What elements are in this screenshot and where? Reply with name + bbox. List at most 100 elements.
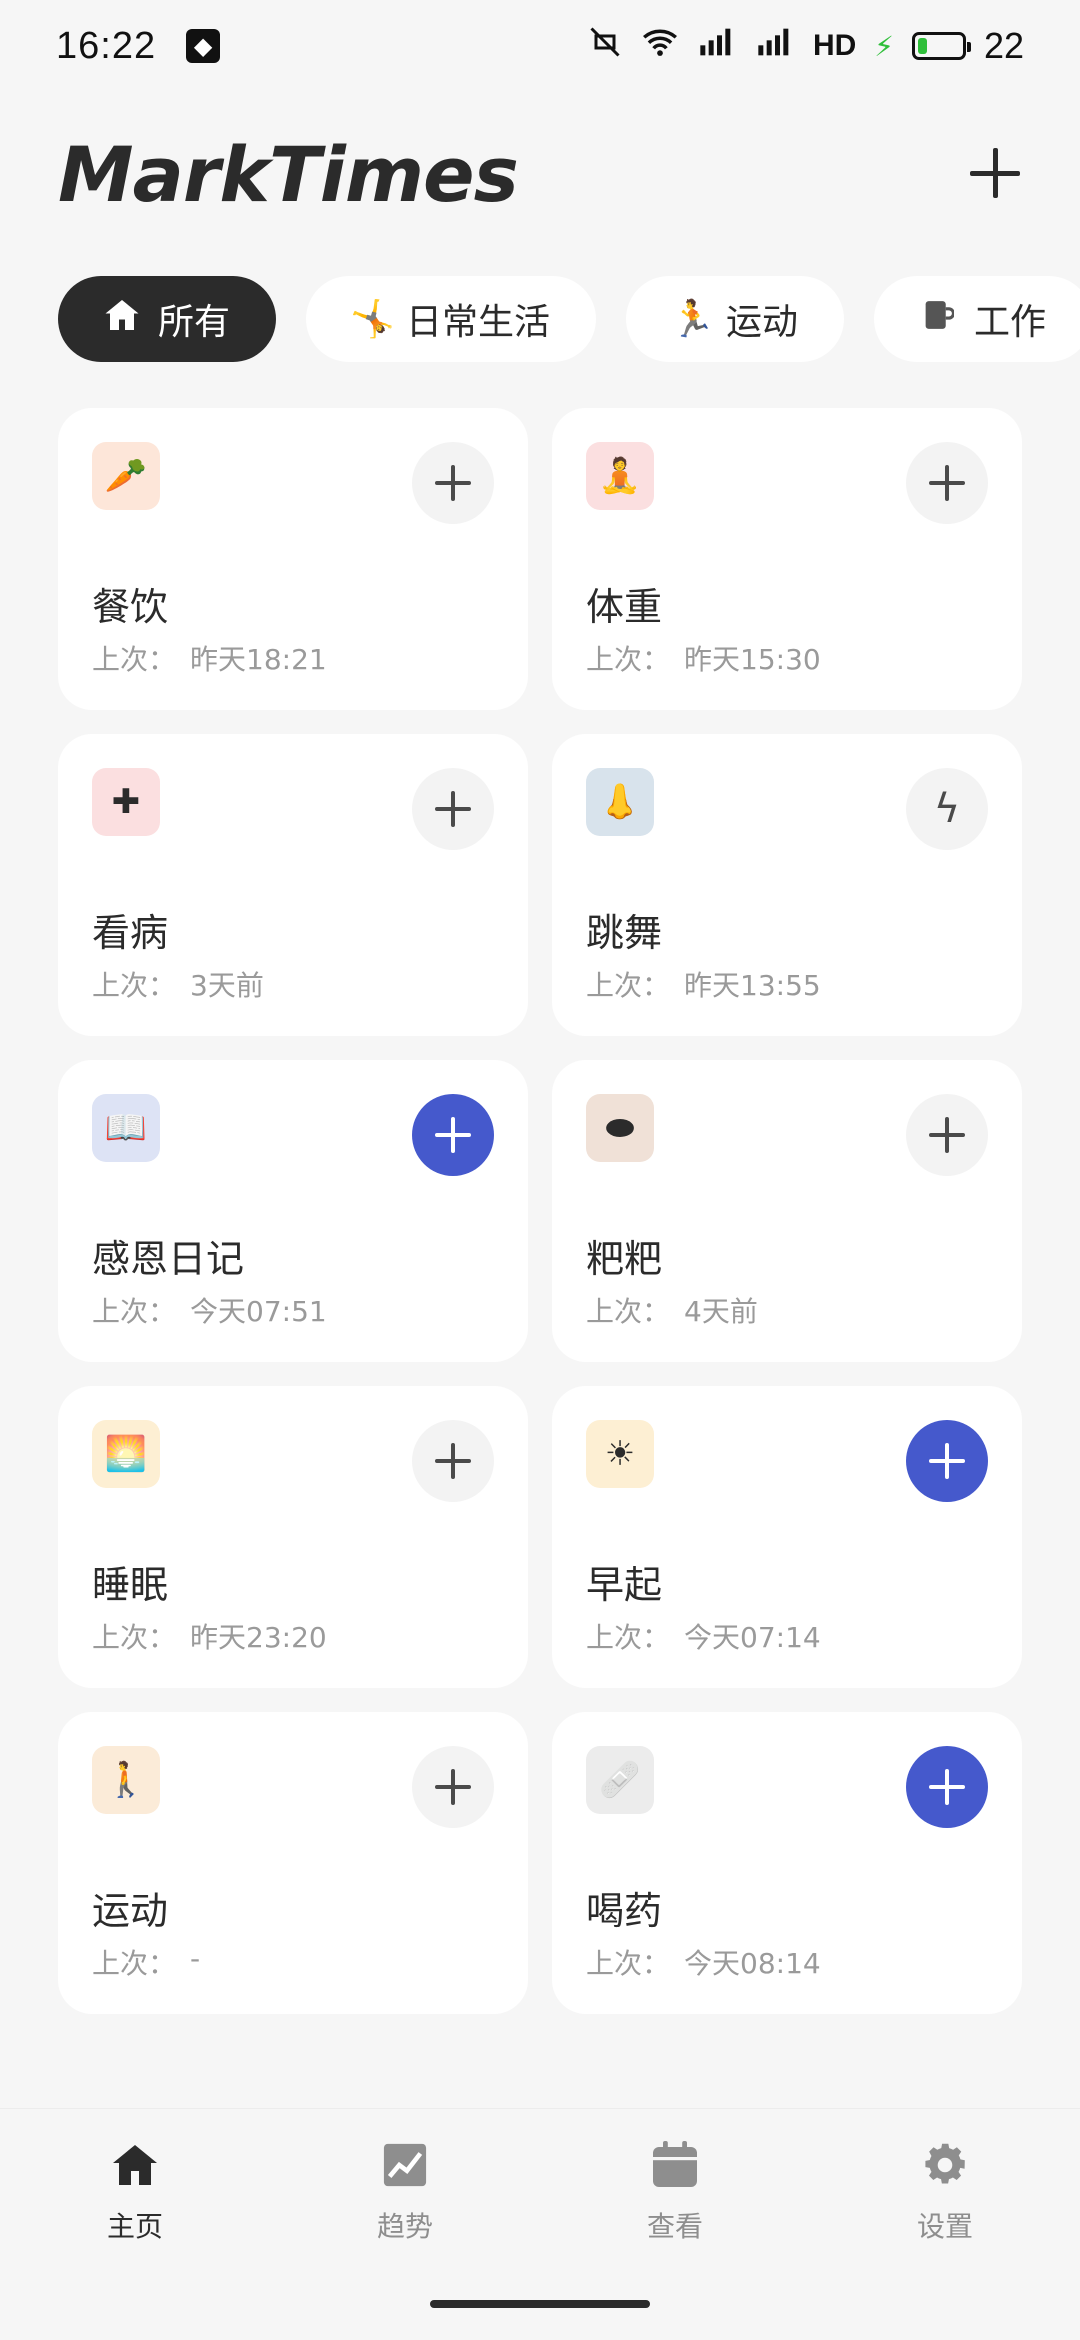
tracker-card[interactable]: ☀ 早起上次： 今天07:14 [552,1386,1022,1688]
sunrise-icon: 🌅 [92,1420,160,1488]
last-record-time: 昨天13:55 [684,969,821,1002]
category-chip-3[interactable]: 工作 [874,276,1080,362]
mug-icon [918,298,958,341]
add-record-button[interactable] [906,1746,988,1828]
person-exercise-icon: 🏃 [670,299,715,340]
last-record: 上次： 昨天18:21 [92,638,327,678]
last-record-time: 3天前 [190,969,264,1002]
bandage-icon: 🩹 [586,1746,654,1814]
add-record-button[interactable] [412,1420,494,1502]
poop-icon: ⬬ [586,1094,654,1162]
app-title: MarkTimes [58,130,519,219]
tracker-name: 体重 [586,585,663,629]
tracker-card[interactable]: 👃 ϟ 跳舞上次： 昨天13:55 [552,734,1022,1036]
tracker-card[interactable]: ⬬ 粑粑上次： 4天前 [552,1060,1022,1362]
medical-cross-icon: ✚ [92,768,160,836]
tracker-name: 跳舞 [586,911,663,955]
tracker-name: 早起 [586,1563,663,1607]
status-time: 16:22 [56,24,157,67]
last-record: 上次： 3天前 [92,964,264,1004]
add-record-button[interactable] [412,768,494,850]
category-chip-label: 工作 [974,302,1047,343]
home-indicator[interactable] [430,2300,650,2308]
walking-icon: 🚶 [92,1746,160,1814]
last-record: 上次： 今天07:14 [586,1616,821,1656]
battery-percent: 22 [983,25,1024,66]
quick-record-button[interactable]: ϟ [906,768,988,850]
notification-icon: ◆ [186,29,221,63]
battery-icon [911,32,971,60]
person-stretch-icon: 🤸 [350,299,395,340]
nav-home-label: 主页 [106,2210,163,2243]
lightning-icon: ϟ [933,786,961,832]
last-record-prefix: 上次： [92,1621,177,1654]
tracker-name: 看病 [92,911,169,955]
last-record: 上次： 昨天15:30 [586,638,821,678]
last-record-prefix: 上次： [92,1295,177,1328]
mute-vibrate-icon [587,24,623,68]
last-record-prefix: 上次： [586,969,671,1002]
nav-home[interactable]: 主页 [65,2139,205,2245]
signal-4g-icon-2 [755,25,795,67]
trend-chart-icon [379,2139,431,2191]
last-record: 上次： 今天08:14 [586,1942,821,1982]
last-record-time: 昨天18:21 [190,643,327,676]
nose-icon: 👃 [586,768,654,836]
add-record-button[interactable] [906,1094,988,1176]
carrot-icon: 🥕 [92,442,160,510]
tracker-card[interactable]: 🌅 睡眠上次： 昨天23:20 [58,1386,528,1688]
tracker-name: 粑粑 [586,1237,663,1281]
last-record-time: 昨天15:30 [684,643,821,676]
nav-trends-label: 趋势 [376,2210,433,2243]
category-chip-label: 所有 [158,302,231,343]
last-record-time: 昨天23:20 [190,1621,327,1654]
tracker-card[interactable]: ✚ 看病上次： 3天前 [58,734,528,1036]
hd-label: HD [812,29,857,62]
tracker-name: 餐饮 [92,585,169,629]
nav-view-label: 查看 [646,2210,703,2243]
tracker-card[interactable]: 🩹 喝药 上次： 今天08:14 [552,1712,1022,2014]
nav-settings-label: 设置 [916,2210,973,2243]
category-chip-2[interactable]: 🏃 运动 [626,276,845,362]
add-record-button[interactable] [906,1420,988,1502]
add-record-button[interactable] [412,1094,494,1176]
charging-icon: ⚡ [874,29,894,63]
gear-icon [919,2139,971,2191]
last-record-time: - [190,1942,201,1975]
last-record: 上次： 昨天13:55 [586,964,821,1004]
last-record-time: 4天前 [684,1295,758,1328]
last-record-prefix: 上次： [586,1621,671,1654]
sun-icon: ☀ [586,1420,654,1488]
signal-4g-icon-1 [697,25,737,67]
last-record: 上次： - [92,1942,200,1982]
meditation-icon: 🧘 [586,442,654,510]
nav-trends[interactable]: 趋势 [335,2139,475,2245]
last-record-time: 今天07:51 [190,1295,327,1328]
tracker-card[interactable]: 🥕 餐饮上次： 昨天18:21 [58,408,528,710]
add-record-button[interactable] [906,442,988,524]
home-icon [102,298,142,341]
last-record: 上次： 昨天23:20 [92,1616,327,1656]
last-record-prefix: 上次： [586,1295,671,1328]
add-tracker-button[interactable] [950,128,1040,218]
tracker-name: 睡眠 [92,1563,169,1607]
status-icons: HD ⚡ 22 [587,24,1024,68]
nav-settings[interactable]: 设置 [875,2139,1015,2245]
tracker-card[interactable]: 🧘 体重上次： 昨天15:30 [552,408,1022,710]
add-record-button[interactable] [412,1746,494,1828]
last-record-prefix: 上次： [92,643,177,676]
last-record-prefix: 上次： [92,1947,177,1980]
last-record: 上次： 4天前 [586,1290,758,1330]
category-filter-bar: 所有 🤸 日常生活 🏃 运动 工作 [58,276,1080,362]
last-record-prefix: 上次： [586,643,671,676]
status-bar: 16:22 ◆ HD ⚡ 22 [0,0,1080,92]
category-chip-0[interactable]: 所有 [58,276,277,362]
add-record-button[interactable] [412,442,494,524]
tracker-card[interactable]: 📖 感恩日记 上次： 今天07:51 [58,1060,528,1362]
category-chip-1[interactable]: 🤸 日常生活 [306,276,597,362]
nav-view[interactable]: 查看 [605,2139,745,2245]
tracker-name: 感恩日记 [92,1237,245,1281]
tracker-card[interactable]: 🚶 运动 上次： - [58,1712,528,2014]
category-chip-label: 日常生活 [406,302,551,343]
home-icon [109,2139,161,2191]
